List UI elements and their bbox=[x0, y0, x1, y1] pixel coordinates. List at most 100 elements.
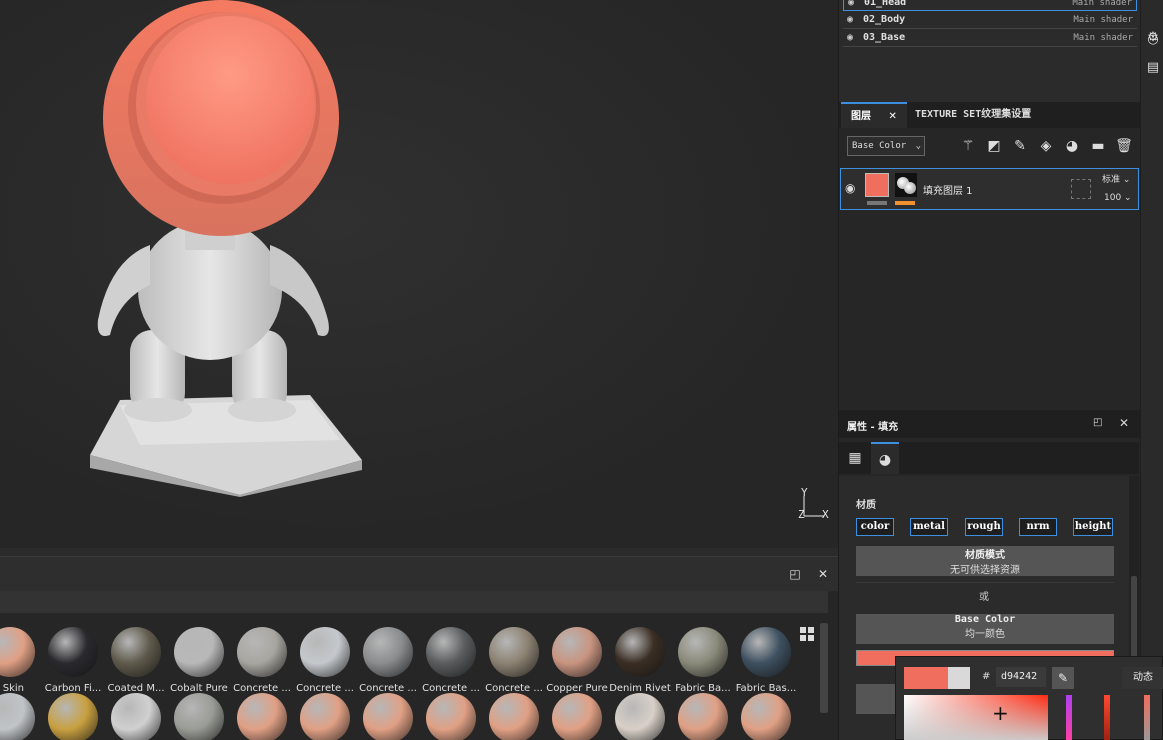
trash-icon[interactable]: 🗑 bbox=[1115, 137, 1133, 155]
material-thumbnail[interactable]: Concrete ... bbox=[230, 627, 294, 694]
channel-toggle-nrm[interactable]: nrm bbox=[1019, 518, 1057, 536]
opacity-field[interactable]: 100 ⌄ bbox=[1104, 193, 1132, 203]
channel-toggle-height[interactable]: height bbox=[1073, 518, 1113, 536]
material-thumbnail[interactable] bbox=[608, 693, 672, 740]
tab-layers[interactable]: 图层 ✕ bbox=[841, 102, 907, 128]
axis-y-label: Y bbox=[801, 486, 808, 499]
material-thumbnail[interactable] bbox=[482, 693, 546, 740]
eye-icon[interactable]: ◉ bbox=[845, 181, 855, 195]
material-thumbnail[interactable]: Concrete ... bbox=[293, 627, 357, 694]
eye-icon[interactable]: ◉ bbox=[847, 14, 853, 25]
brush-icon[interactable]: ✎ bbox=[1011, 137, 1029, 155]
channel-toggle-color[interactable]: color bbox=[856, 518, 894, 536]
tab-settings-label: TEXTURE SET纹理集设置 bbox=[915, 109, 1032, 120]
tab-fill-settings-icon[interactable]: ▦ bbox=[841, 442, 869, 474]
viewport-3d[interactable]: Y X Z bbox=[0, 0, 838, 548]
material-preview-sphere bbox=[111, 627, 161, 677]
material-mode-button[interactable]: 材质模式 无可供选择资源 bbox=[856, 546, 1114, 576]
material-thumbnail[interactable]: Carbon Fi... bbox=[41, 627, 105, 694]
material-preview-sphere bbox=[426, 693, 476, 740]
material-thumbnail[interactable]: Concrete ... bbox=[356, 627, 420, 694]
material-preview-sphere bbox=[552, 627, 602, 677]
layer-name: 填充图层 1 bbox=[923, 186, 973, 197]
smart-material-icon[interactable]: ◕ bbox=[1063, 137, 1081, 155]
mask-placeholder[interactable] bbox=[1071, 179, 1091, 199]
eye-icon[interactable]: ◉ bbox=[847, 32, 853, 43]
value-slider[interactable] bbox=[1104, 695, 1110, 740]
texture-set-name: 01_Head bbox=[864, 0, 907, 8]
properties-tabs: ▦ ◕ bbox=[839, 442, 1139, 474]
maximize-icon[interactable]: ◰ bbox=[1093, 417, 1102, 428]
maximize-icon[interactable]: ◰ bbox=[788, 567, 802, 581]
tab-material-icon[interactable]: ◕ bbox=[871, 442, 899, 474]
hex-input[interactable]: d94242 bbox=[996, 667, 1046, 687]
material-preview-sphere bbox=[300, 627, 350, 677]
material-thumbnail[interactable]: Fabric Bas... bbox=[734, 627, 798, 694]
hue-slider[interactable] bbox=[1066, 695, 1072, 740]
layer-row[interactable]: ◉ 填充图层 1 标准 ⌄ 100 ⌄ bbox=[840, 168, 1139, 210]
material-preview-sphere bbox=[552, 693, 602, 740]
close-tab-icon[interactable]: ✕ bbox=[888, 111, 896, 122]
saturation-value-area[interactable] bbox=[904, 695, 1048, 740]
material-thumbnail[interactable] bbox=[734, 693, 798, 740]
crosshair-icon: + bbox=[992, 701, 1009, 725]
layers-tabbar: 图层 ✕ TEXTURE SET纹理集设置 bbox=[839, 102, 1140, 128]
material-thumbnail[interactable] bbox=[356, 693, 420, 740]
material-thumbnail[interactable] bbox=[0, 693, 42, 740]
thumbnail-indicator-grey bbox=[867, 201, 887, 205]
channel-select[interactable]: Base Color ⌄ bbox=[847, 136, 925, 156]
material-thumbnail[interactable]: Denim Rivet bbox=[608, 627, 672, 694]
magic-wand-icon[interactable]: ⚚ bbox=[959, 137, 977, 155]
material-thumbnail[interactable] bbox=[41, 693, 105, 740]
mesh-model bbox=[90, 0, 362, 497]
material-preview-sphere bbox=[48, 627, 98, 677]
alpha-slider[interactable] bbox=[1144, 695, 1150, 740]
close-icon[interactable]: ✕ bbox=[1119, 416, 1129, 430]
texture-set-row[interactable]: ◉ 03_Base Main shader bbox=[843, 30, 1137, 47]
layer-color-thumbnail bbox=[865, 173, 889, 197]
material-thumbnail[interactable]: f Skin bbox=[0, 627, 42, 694]
shelf-scrollbar[interactable] bbox=[820, 623, 828, 713]
material-preview-sphere bbox=[489, 693, 539, 740]
log-icon[interactable]: ▤ bbox=[1145, 60, 1161, 76]
material-thumbnail[interactable] bbox=[545, 693, 609, 740]
material-mode-sub: 无可供选择资源 bbox=[950, 565, 1020, 576]
channel-toggle-metal[interactable]: metal bbox=[910, 518, 948, 536]
material-thumbnail[interactable]: Fabric Ba... bbox=[671, 627, 735, 694]
eye-icon[interactable]: ◉ bbox=[848, 0, 854, 8]
folder-icon[interactable]: ▬ bbox=[1089, 137, 1107, 155]
material-thumbnail[interactable]: Coated M... bbox=[104, 627, 168, 694]
new-color-swatch bbox=[904, 667, 948, 689]
material-thumbnail[interactable] bbox=[167, 693, 231, 740]
dynamic-mode-button[interactable]: 动态 bbox=[1122, 667, 1163, 689]
material-thumbnail[interactable]: Copper Pure bbox=[545, 627, 609, 694]
material-thumbnail[interactable] bbox=[671, 693, 735, 740]
base-color-button[interactable]: Base Color 均一颜色 bbox=[856, 614, 1114, 644]
shelf-search-bar[interactable] bbox=[0, 591, 828, 613]
material-preview-sphere bbox=[0, 627, 35, 677]
material-thumbnail[interactable]: Cobalt Pure bbox=[167, 627, 231, 694]
channel-toggle-rough[interactable]: rough bbox=[965, 518, 1003, 536]
properties-header: 属性 - 填充 ◰ ✕ bbox=[839, 410, 1140, 438]
texture-set-row[interactable]: ◉ 01_Head Main shader bbox=[843, 0, 1137, 11]
material-thumbnail[interactable] bbox=[419, 693, 483, 740]
divider bbox=[856, 582, 1114, 583]
add-mask-icon[interactable]: ◩ bbox=[985, 137, 1003, 155]
material-preview-sphere bbox=[741, 627, 791, 677]
material-thumbnail[interactable] bbox=[104, 693, 168, 740]
material-thumbnail[interactable]: Concrete ... bbox=[482, 627, 546, 694]
base-color-title: Base Color bbox=[954, 614, 1016, 625]
eyedropper-icon[interactable]: ✎ bbox=[1052, 667, 1074, 689]
material-thumbnail[interactable] bbox=[230, 693, 294, 740]
texture-set-row[interactable]: ◉ 02_Body Main shader bbox=[843, 12, 1137, 29]
blend-mode-select[interactable]: 标准 ⌄ bbox=[1102, 172, 1130, 185]
thumbnail-indicator-orange bbox=[895, 201, 915, 205]
close-icon[interactable]: ✕ bbox=[816, 567, 830, 581]
fill-bucket-icon[interactable]: ◈ bbox=[1037, 137, 1055, 155]
material-thumbnail[interactable] bbox=[293, 693, 357, 740]
material-thumbnail[interactable]: Concrete ... bbox=[419, 627, 483, 694]
tab-texture-set-settings[interactable]: TEXTURE SET纹理集设置 bbox=[905, 102, 1041, 128]
shelf-header: ◰ ✕ bbox=[0, 557, 838, 591]
shader-name: Main shader bbox=[1072, 0, 1132, 8]
history-icon[interactable]: ◷ bbox=[1145, 32, 1161, 48]
